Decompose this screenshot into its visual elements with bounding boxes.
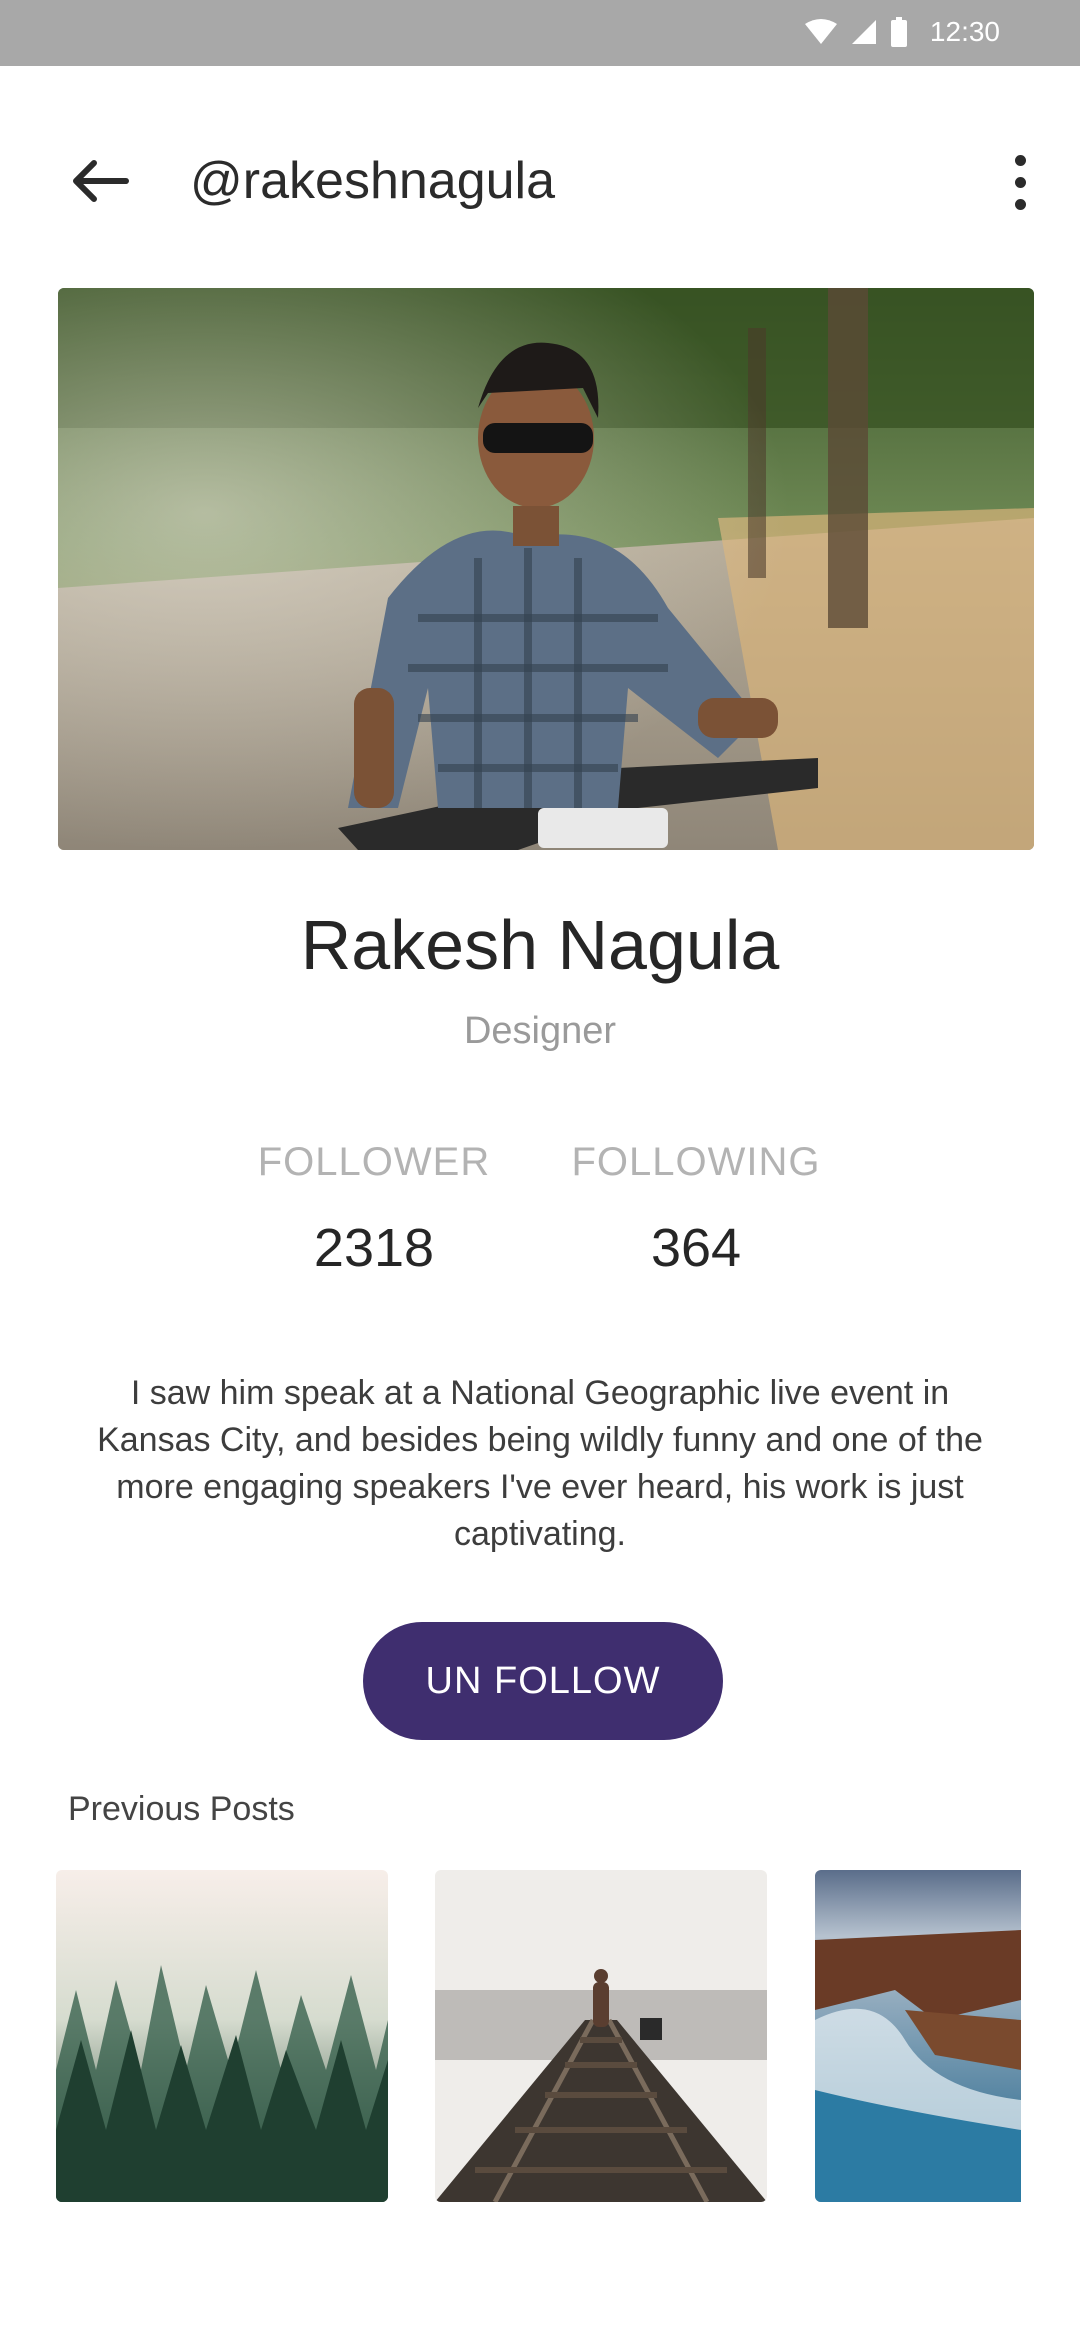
follower-count: 2318 — [313, 1218, 435, 1278]
profile-bio: I saw him speak at a National Geographic… — [97, 1374, 983, 1553]
profile-name: Rakesh Nagula — [300, 906, 780, 984]
post-thumbnail[interactable] — [56, 1870, 388, 2202]
following-stat[interactable]: FOLLOWING 364 — [546, 1140, 846, 1279]
more-options-button[interactable] — [990, 142, 1050, 222]
follower-stat[interactable]: FOLLOWER 2318 — [224, 1140, 524, 1279]
following-count: 364 — [650, 1218, 742, 1278]
profile-role: Designer — [463, 1010, 617, 1052]
status-bar: 12:30 — [0, 0, 1080, 66]
battery-icon — [890, 17, 907, 47]
unfollow-button[interactable]: UN FOLLOW — [363, 1622, 723, 1740]
previous-posts-list[interactable] — [0, 1870, 1080, 2205]
cell-signal-icon — [851, 20, 876, 44]
previous-posts-title: Previous Posts — [68, 1790, 295, 1828]
post-thumbnail[interactable] — [435, 1870, 767, 2202]
following-label: FOLLOWING — [571, 1140, 821, 1184]
back-button[interactable] — [66, 146, 136, 216]
post-thumbnail[interactable] — [815, 1870, 1021, 2202]
follower-label: FOLLOWER — [257, 1140, 491, 1184]
app-bar: @rakeshnagula — [0, 66, 1080, 286]
profile-handle: @rakeshnagula — [190, 152, 556, 210]
cover-photo — [58, 288, 1034, 850]
status-icons: 12:30 — [804, 14, 1000, 50]
arrow-left-icon — [73, 160, 129, 202]
more-vertical-icon — [1014, 154, 1026, 166]
wifi-icon — [804, 19, 837, 44]
status-time: 12:30 — [929, 16, 1000, 47]
profile-stats: FOLLOWER 2318 FOLLOWING 364 — [0, 1140, 1080, 1290]
